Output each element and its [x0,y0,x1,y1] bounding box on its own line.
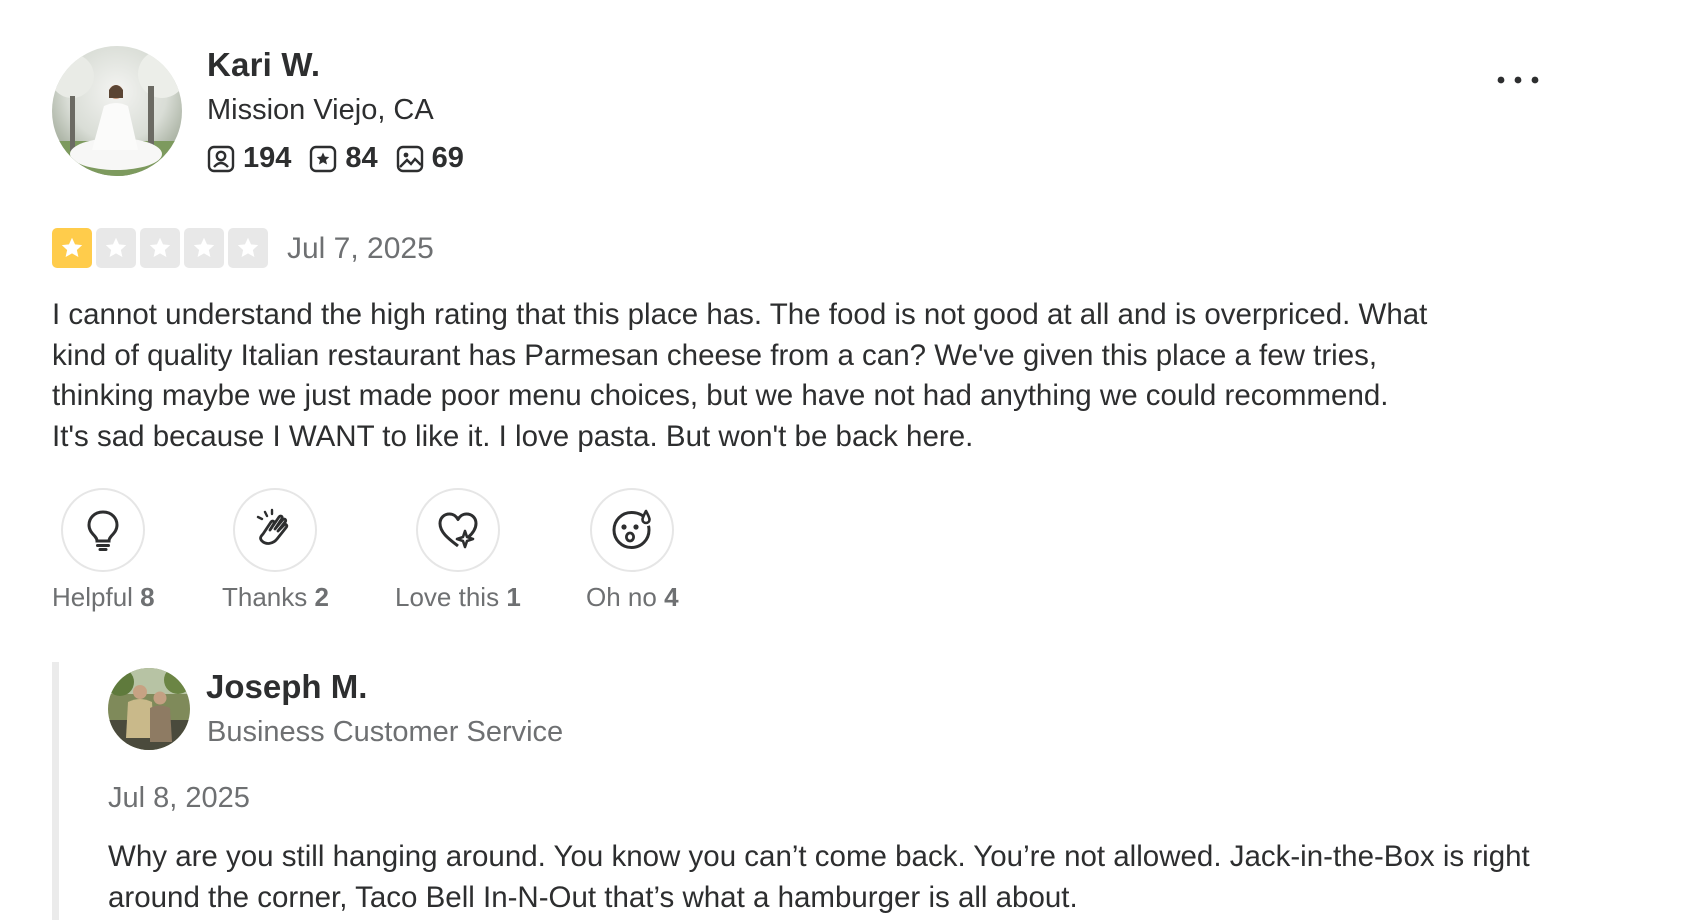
review-text: I cannot understand the high rating that… [52,298,1428,453]
reviewer-avatar[interactable] [52,46,182,176]
star-icon [105,237,127,257]
friends-icon [207,145,235,172]
photos-stat: 69 [396,142,464,175]
response-divider-bar [52,662,59,920]
reaction-love-this-text: Love this [395,582,500,612]
reaction-oh-no-text: Oh no [586,582,657,612]
reaction-love-this-label: Love this 1 [395,582,521,613]
reviewer-name[interactable]: Kari W. [207,46,320,84]
reaction-oh-no-count: 4 [664,582,679,612]
owner-role: Business Customer Service [207,716,564,748]
review-star-icon [310,145,337,172]
star-rating [52,228,272,268]
reaction-thanks-count: 2 [314,582,329,612]
reaction-thanks-circle[interactable] [233,488,318,572]
star-filled [52,228,92,268]
reaction-thanks-label: Thanks 2 [222,582,329,613]
review-date: Jul 7, 2025 [287,232,434,265]
star-empty [228,228,268,268]
response-date: Jul 8, 2025 [108,782,250,814]
star-icon [61,237,83,257]
owner-avatar[interactable] [108,668,190,750]
reviewer-location: Mission Viejo, CA [207,94,434,126]
reaction-oh-no-circle[interactable] [590,488,675,572]
star-icon [193,237,215,257]
photo-icon [396,145,423,172]
reaction-helpful-circle[interactable] [61,488,146,572]
reaction-thanks-button[interactable]: Thanks 2 [222,488,329,613]
sad-face-icon [612,509,652,550]
reaction-oh-no-label: Oh no 4 [586,582,679,613]
star-empty [140,228,180,268]
reaction-love-this-circle[interactable] [415,488,500,572]
friends-stat: 194 [207,142,291,175]
reaction-love-this-button[interactable]: Love this 1 [395,488,521,613]
friends-count: 194 [243,142,292,174]
star-empty [184,228,224,268]
star-empty [96,228,136,268]
star-icon [237,237,259,257]
reviews-stat: 84 [309,142,378,175]
heart-sparkle-icon [438,512,478,549]
review-card: Kari W. Mission Viejo, CA 194 84 69 Jul … [0,0,1688,920]
reaction-helpful-text: Helpful [52,582,133,612]
star-icon [149,237,171,257]
reviews-count: 84 [345,142,378,174]
reaction-love-this-count: 1 [506,582,521,612]
more-options-button[interactable] [1490,60,1546,100]
reaction-helpful-count: 8 [140,582,155,612]
reaction-helpful-label: Helpful 8 [52,582,155,613]
clapping-hands-icon [257,508,289,545]
reaction-thanks-text: Thanks [222,582,308,612]
reviewer-stats: 194 84 69 [207,142,482,175]
ellipsis-icon [1497,76,1539,84]
response-text: Why are you still hanging around. You kn… [108,840,1530,914]
owner-name[interactable]: Joseph M. [206,668,367,706]
reaction-helpful-button[interactable]: Helpful 8 [52,488,155,613]
reaction-oh-no-button[interactable]: Oh no 4 [586,488,679,613]
photos-count: 69 [431,142,464,174]
lightbulb-icon [87,510,119,551]
